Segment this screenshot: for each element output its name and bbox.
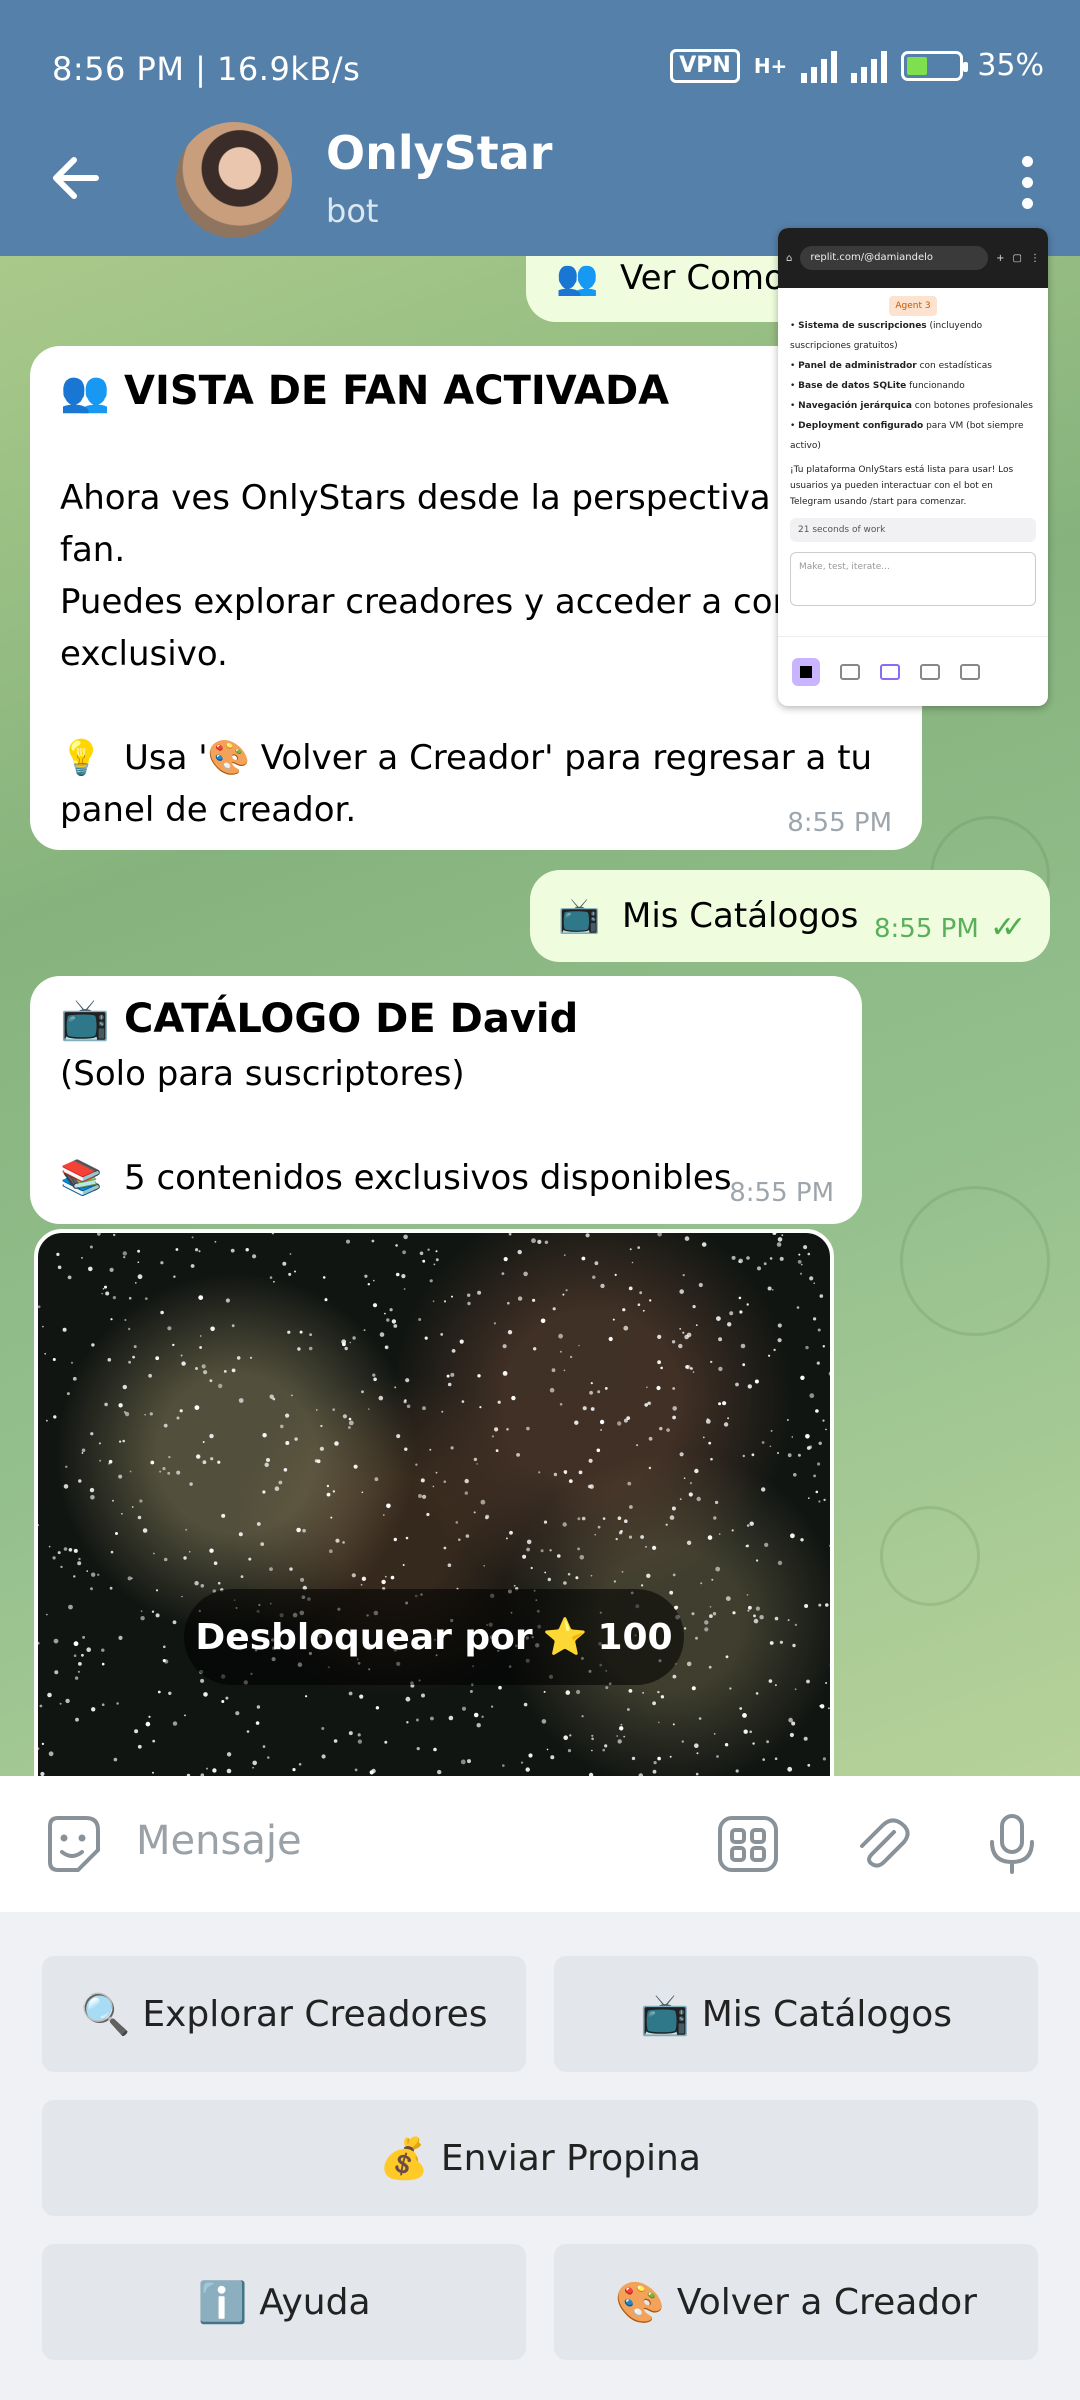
button-label: Volver a Creador: [676, 2281, 977, 2323]
vpn-badge: VPN: [670, 48, 740, 83]
message-line: Ahora ves OnlyStars desde la perspectiva: [60, 478, 771, 518]
pip-toolbar: [778, 636, 1048, 706]
message-bubble-mis-catalogos[interactable]: 📺 Mis Catálogos 8:55 PM ✓✓: [530, 870, 1050, 962]
signal-icon-2: [851, 49, 888, 83]
pip-content: Agent 3 • Sistema de suscripciones (incl…: [778, 288, 1048, 614]
pip-list-item: • Sistema de suscripciones (incluyendo s…: [790, 321, 983, 351]
message-heading: CATÁLOGO DE David: [124, 996, 579, 1042]
paid-media-preview[interactable]: Desbloquear por ⭐ 100: [34, 1229, 834, 1789]
pip-list-item: • Base de datos SQLite funcionando: [790, 381, 965, 391]
pip-summary: ¡Tu plataforma OnlyStars está lista para…: [790, 465, 1014, 507]
unlock-price: 100: [597, 1616, 673, 1658]
message-time: 8:55 PM: [787, 808, 892, 838]
preview-icon[interactable]: [840, 663, 860, 680]
more-menu-icon[interactable]: [1022, 156, 1036, 219]
message-input[interactable]: Mensaje: [136, 1818, 302, 1864]
unlock-label: Desbloquear por: [195, 1616, 533, 1658]
money-bag-icon: 💰: [379, 2135, 429, 2182]
message-line: fan.: [60, 530, 126, 570]
button-label: Explorar Creadores: [142, 1993, 488, 2035]
message-time: 8:55 PM: [874, 914, 979, 944]
battery-icon: [901, 50, 969, 81]
button-label: Enviar Propina: [440, 2137, 701, 2179]
chat-subtitle: bot: [326, 192, 379, 230]
read-ticks-icon: ✓✓: [990, 910, 1026, 945]
message-text: Mis Catálogos: [622, 896, 859, 936]
message-text: Ver Como: [620, 258, 785, 298]
top-bar: 8:56 PM | 16.9kB/s VPN H+ 35% OnlyStar b…: [0, 0, 1080, 256]
pip-list-item: • Navegación jerárquica con botones prof…: [790, 401, 1033, 411]
button-label: Mis Catálogos: [701, 1993, 953, 2035]
tv-icon: 📺: [639, 1991, 690, 2038]
status-icons: VPN H+ 35%: [670, 48, 1044, 83]
home-icon[interactable]: ⌂: [786, 253, 792, 264]
ayuda-button[interactable]: ℹ️ Ayuda: [42, 2244, 526, 2360]
pip-url-field[interactable]: replit.com/@damiandelo: [800, 246, 989, 270]
pip-browser-window[interactable]: ⌂ replit.com/@damiandelo + ▢ ⋮ Agent 3 •…: [778, 228, 1048, 706]
pip-list-item: • Panel de administrador con estadística…: [790, 361, 992, 371]
tip-line: Usa '🎨 Volver a Creador' para regresar a…: [124, 738, 873, 778]
bot-keyboard-icon[interactable]: [716, 1812, 780, 1876]
agent-icon[interactable]: [920, 663, 940, 680]
message-heading-emoji: 👥: [60, 369, 110, 415]
chat-title[interactable]: OnlyStar: [326, 126, 552, 180]
pip-input[interactable]: Make, test, iterate...: [790, 552, 1036, 606]
message-heading-emoji: 📺: [60, 997, 110, 1043]
volver-a-creador-button[interactable]: 🎨 Volver a Creador: [554, 2244, 1038, 2360]
more-icon[interactable]: ⋮: [1030, 253, 1040, 264]
pip-agent-badge: Agent 3: [889, 296, 937, 316]
star-icon: ⭐: [542, 1617, 588, 1658]
message-emoji: 📺: [558, 896, 601, 936]
message-line: Puedes explorar creadores y acceder a co…: [60, 582, 795, 622]
message-input-bar: Mensaje: [0, 1776, 1080, 1912]
button-label: Ayuda: [259, 2281, 371, 2323]
stop-icon[interactable]: [792, 657, 820, 686]
shell-icon[interactable]: [960, 663, 980, 680]
tabs-icon[interactable]: ▢: [1013, 253, 1022, 264]
spoiler-particles: [38, 1233, 830, 1785]
sticker-icon[interactable]: [40, 1812, 104, 1876]
message-line: exclusivo.: [60, 634, 228, 674]
bot-reply-keyboard: 🔍 Explorar Creadores 📺 Mis Catálogos 💰 E…: [0, 1912, 1080, 2400]
mis-catalogos-button[interactable]: 📺 Mis Catálogos: [554, 1956, 1038, 2072]
signal-icon: [801, 49, 838, 83]
explorar-creadores-button[interactable]: 🔍 Explorar Creadores: [42, 1956, 526, 2072]
microphone-icon[interactable]: [980, 1812, 1044, 1876]
message-emoji: 👥: [556, 258, 599, 298]
pip-work-indicator[interactable]: 21 seconds of work: [790, 518, 1036, 542]
background-doodle: [900, 1186, 1050, 1336]
tip-line: panel de creador.: [60, 790, 357, 830]
apps-icon[interactable]: [880, 663, 900, 680]
attach-icon[interactable]: [850, 1812, 914, 1876]
search-icon: 🔍: [80, 1991, 131, 2038]
tip-emoji: 💡: [60, 738, 103, 778]
avatar[interactable]: [176, 122, 292, 238]
network-type: H+: [753, 53, 788, 78]
add-tab-icon[interactable]: +: [996, 253, 1004, 264]
count-emoji: 📚: [60, 1158, 103, 1198]
status-time-speed: 8:56 PM | 16.9kB/s: [52, 50, 361, 88]
message-heading: VISTA DE FAN ACTIVADA: [124, 368, 670, 414]
message-line: 5 contenidos exclusivos disponibles: [124, 1158, 732, 1198]
pip-list-item: • Deployment configurado para VM (bot si…: [790, 421, 1024, 451]
message-line: (Solo para suscriptores): [60, 1054, 465, 1094]
enviar-propina-button[interactable]: 💰 Enviar Propina: [42, 2100, 1038, 2216]
pip-browser-bar: ⌂ replit.com/@damiandelo + ▢ ⋮: [778, 228, 1048, 288]
unlock-button[interactable]: Desbloquear por ⭐ 100: [184, 1589, 684, 1685]
back-arrow-icon[interactable]: [48, 150, 104, 206]
palette-icon: 🎨: [615, 2279, 665, 2326]
message-bubble-catalog[interactable]: 📺 CATÁLOGO DE David (Solo para suscripto…: [30, 976, 862, 1224]
battery-level: 35%: [977, 48, 1044, 83]
background-doodle: [880, 1506, 980, 1606]
info-icon: ℹ️: [197, 2279, 248, 2326]
message-time: 8:55 PM: [729, 1178, 834, 1208]
